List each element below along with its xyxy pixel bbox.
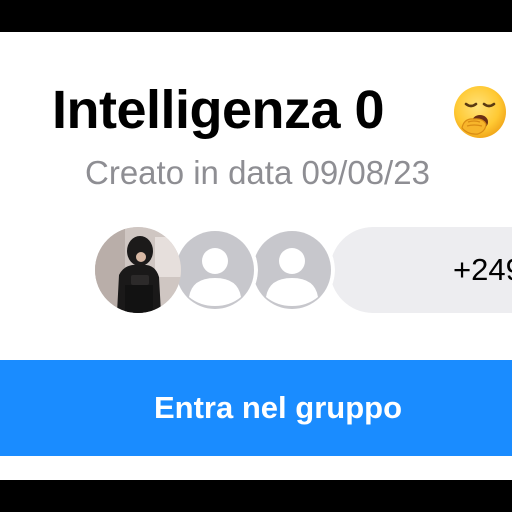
member-avatars-stack[interactable]: +249 <box>95 227 512 313</box>
join-group-button[interactable]: Entra nel gruppo <box>0 360 512 456</box>
group-invite-card: Intelligenza 0 Creato in data 09/08/23 +… <box>0 32 512 480</box>
created-date-label: Creato in data 09/08/23 <box>85 154 430 191</box>
default-avatar-icon[interactable] <box>172 227 258 313</box>
more-members-count[interactable]: +249 <box>330 227 512 313</box>
yawning-face-icon <box>454 86 506 138</box>
member-photo-image <box>95 227 181 313</box>
member-photo-avatar[interactable] <box>95 227 181 313</box>
group-title-row: Intelligenza 0 <box>52 70 385 150</box>
group-title: Intelligenza 0 <box>52 80 385 140</box>
default-avatar-icon[interactable] <box>249 227 335 313</box>
